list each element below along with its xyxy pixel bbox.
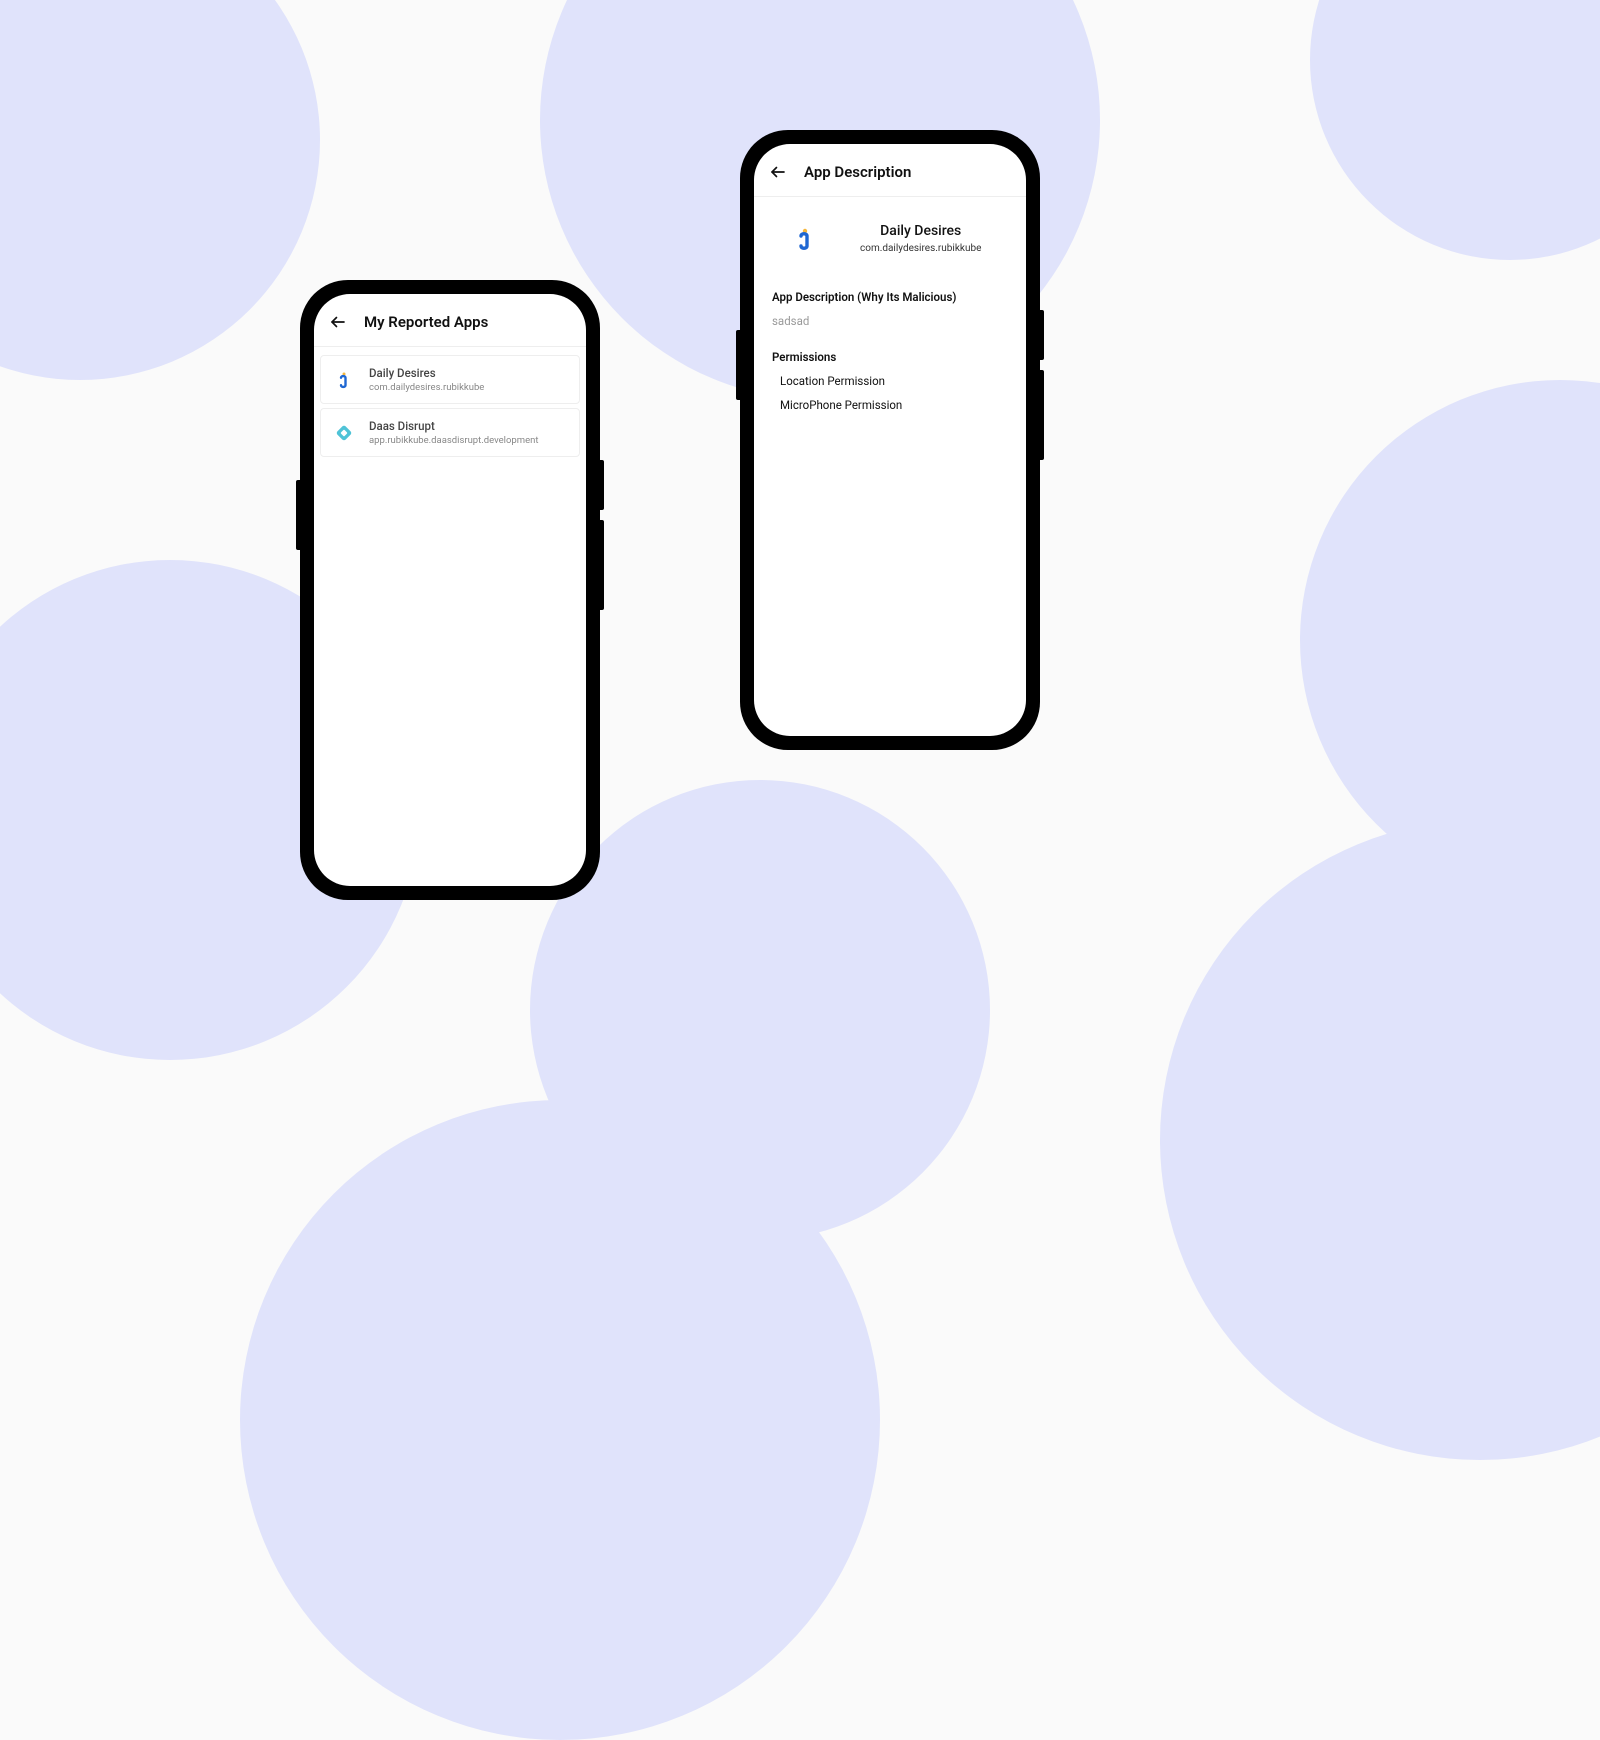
app-icon-daas-icon bbox=[333, 422, 355, 444]
bg-decor bbox=[0, 0, 320, 380]
app-pkg-label: com.dailydesires.rubikkube bbox=[860, 243, 981, 254]
app-pkg-label: app.rubikkube.daasdisrupt.development bbox=[369, 435, 538, 446]
bg-decor bbox=[1310, 0, 1600, 260]
back-arrow-icon[interactable] bbox=[328, 312, 348, 332]
description-section-label: App Description (Why Its Malicious) bbox=[772, 290, 1008, 304]
back-arrow-icon[interactable] bbox=[768, 162, 788, 182]
permission-item: Location Permission bbox=[772, 374, 1008, 388]
app-name-label: Daily Desires bbox=[369, 366, 484, 380]
bg-decor bbox=[1160, 820, 1600, 1460]
app-header: My Reported Apps bbox=[314, 294, 586, 347]
app-header: App Description bbox=[754, 144, 1026, 197]
app-name-label: Daas Disrupt bbox=[369, 419, 538, 433]
phone-mockup-right: App Description Daily Desires com.dailyd… bbox=[740, 130, 1040, 750]
bg-decor bbox=[1300, 380, 1600, 900]
phone-mockup-left: My Reported Apps Daily Desires com.daily… bbox=[300, 280, 600, 900]
app-summary-row: Daily Desires com.dailydesires.rubikkube bbox=[772, 215, 1008, 272]
permission-item: MicroPhone Permission bbox=[772, 398, 1008, 412]
list-item[interactable]: Daas Disrupt app.rubikkube.daasdisrupt.d… bbox=[320, 408, 580, 457]
page-title: App Description bbox=[804, 163, 911, 181]
app-icon-daily-desires-icon bbox=[333, 369, 355, 391]
page-title: My Reported Apps bbox=[364, 313, 488, 331]
permissions-section-label: Permissions bbox=[772, 350, 1008, 364]
screen-reported-apps: My Reported Apps Daily Desires com.daily… bbox=[314, 294, 586, 886]
app-name-label: Daily Desires bbox=[860, 223, 981, 239]
list-item[interactable]: Daily Desires com.dailydesires.rubikkube bbox=[320, 355, 580, 404]
app-pkg-label: com.dailydesires.rubikkube bbox=[369, 382, 484, 393]
description-text: sadsad bbox=[772, 314, 1008, 328]
app-icon-daily-desires-icon bbox=[790, 224, 820, 254]
reported-apps-list: Daily Desires com.dailydesires.rubikkube… bbox=[314, 347, 586, 461]
screen-app-description: App Description Daily Desires com.dailyd… bbox=[754, 144, 1026, 736]
